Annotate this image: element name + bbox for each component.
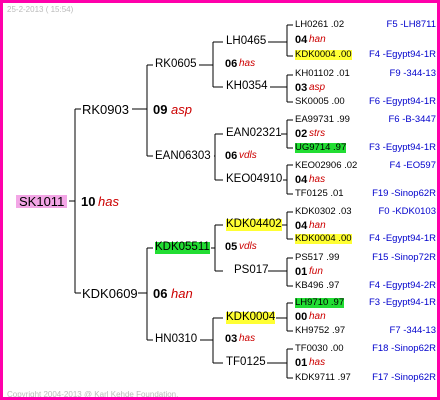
gen1-year: asp bbox=[171, 102, 192, 117]
gen2-id[interactable]: RK0605 bbox=[155, 58, 197, 71]
gen2-num: 06 bbox=[225, 58, 238, 70]
header-timestamp: 25-2-2013 ( 15:54) bbox=[7, 5, 74, 14]
footer-copyright: Copyright 2004-2013 @ Karl Kehde Foundat… bbox=[7, 390, 179, 399]
gen3-id[interactable]: TF0125 bbox=[226, 356, 266, 369]
gen1-id[interactable]: RK0903 bbox=[82, 103, 129, 116]
gen3-id[interactable]: EAN02321 bbox=[226, 127, 282, 140]
gen3-id[interactable]: KH0354 bbox=[226, 80, 268, 93]
gen2-id[interactable]: EAN06303 bbox=[155, 150, 211, 163]
gen4-num: 04 bbox=[295, 174, 308, 186]
gen4-year: fun bbox=[309, 266, 323, 277]
gen4-num: 04 bbox=[295, 34, 308, 46]
gen4-top-origin: F18 -Sinop62R bbox=[372, 343, 436, 354]
gen4-num: 01 bbox=[295, 357, 308, 369]
gen4-year: han bbox=[309, 311, 326, 322]
gen4-year: has bbox=[309, 357, 326, 368]
gen4-bottom-origin: F17 -Sinop62R bbox=[372, 372, 436, 383]
gen2-id[interactable]: HN0310 bbox=[155, 333, 197, 346]
gen1-num: 06 bbox=[153, 286, 168, 301]
gen4-year: asp bbox=[309, 82, 326, 93]
gen4-bottom-origin: F4 -Egypt94-2R bbox=[368, 280, 436, 291]
gen4-bottom-origin: F3 -Egypt94-1R bbox=[368, 142, 436, 153]
gen2-year: vdls bbox=[239, 241, 257, 252]
gen4-year: han bbox=[309, 220, 326, 231]
gen4-num: 00 bbox=[295, 311, 308, 323]
gen1-num: 09 bbox=[153, 102, 168, 117]
root-year: has bbox=[98, 194, 119, 209]
gen2-num: 06 bbox=[225, 150, 238, 162]
gen4-bottom-origin: F4 -Egypt94-1R bbox=[368, 233, 436, 244]
gen4-bottom-origin: F19 -Sinop62R bbox=[372, 188, 436, 199]
gen2-year: vdls bbox=[239, 150, 257, 161]
gen2-id[interactable]: KDK05511 bbox=[155, 241, 210, 254]
pedigree-frame: { "header": "25-2-2013 ( 15:54)", "foote… bbox=[0, 0, 440, 400]
gen4-bottom-id[interactable]: KB496 .97 bbox=[295, 281, 339, 291]
gen4-num: 01 bbox=[295, 266, 308, 278]
gen4-year: has bbox=[309, 174, 326, 185]
gen1-id[interactable]: KDK0609 bbox=[82, 287, 138, 300]
gen4-top-origin: F6 -B-3447 bbox=[388, 114, 436, 125]
gen4-top-origin: F5 -LH8711 bbox=[386, 19, 436, 30]
gen4-top-origin: F9 -344-13 bbox=[389, 68, 436, 79]
gen4-top-origin: F15 -Sinop72R bbox=[372, 252, 436, 263]
gen4-bottom-origin: F6 -Egypt94-1R bbox=[368, 96, 436, 107]
gen4-num: 04 bbox=[295, 220, 308, 232]
gen2-year: has bbox=[239, 333, 256, 344]
tree-lines bbox=[69, 24, 293, 379]
gen4-year: han bbox=[309, 34, 326, 45]
gen2-year: has bbox=[239, 58, 256, 69]
gen3-id[interactable]: PS017 bbox=[234, 264, 269, 277]
gen3-id[interactable]: KDK0004 bbox=[226, 311, 276, 324]
gen1-year: han bbox=[171, 286, 193, 301]
gen4-bottom-origin: F7 -344-13 bbox=[389, 325, 436, 336]
root-num: 10 bbox=[81, 194, 96, 209]
gen4-num: 03 bbox=[295, 82, 308, 94]
gen4-year: strs bbox=[309, 128, 326, 139]
gen3-id[interactable]: KDK04402 bbox=[226, 218, 282, 231]
gen4-top-origin: F0 -KDK0103 bbox=[378, 206, 436, 217]
gen2-num: 05 bbox=[225, 241, 238, 253]
gen3-id[interactable]: LH0465 bbox=[226, 35, 266, 48]
root-id[interactable]: SK1011 bbox=[16, 195, 68, 208]
gen4-num: 02 bbox=[295, 128, 308, 140]
gen2-num: 03 bbox=[225, 333, 238, 345]
gen4-bottom-origin: F4 -Egypt94-1R bbox=[368, 49, 436, 60]
gen4-top-origin: F4 -EO597 bbox=[389, 160, 436, 171]
gen3-id[interactable]: KEO04910 bbox=[226, 173, 282, 186]
gen4-top-origin: F3 -Egypt94-1R bbox=[368, 297, 436, 308]
gen4-top-id[interactable]: PS517 .99 bbox=[295, 253, 339, 263]
